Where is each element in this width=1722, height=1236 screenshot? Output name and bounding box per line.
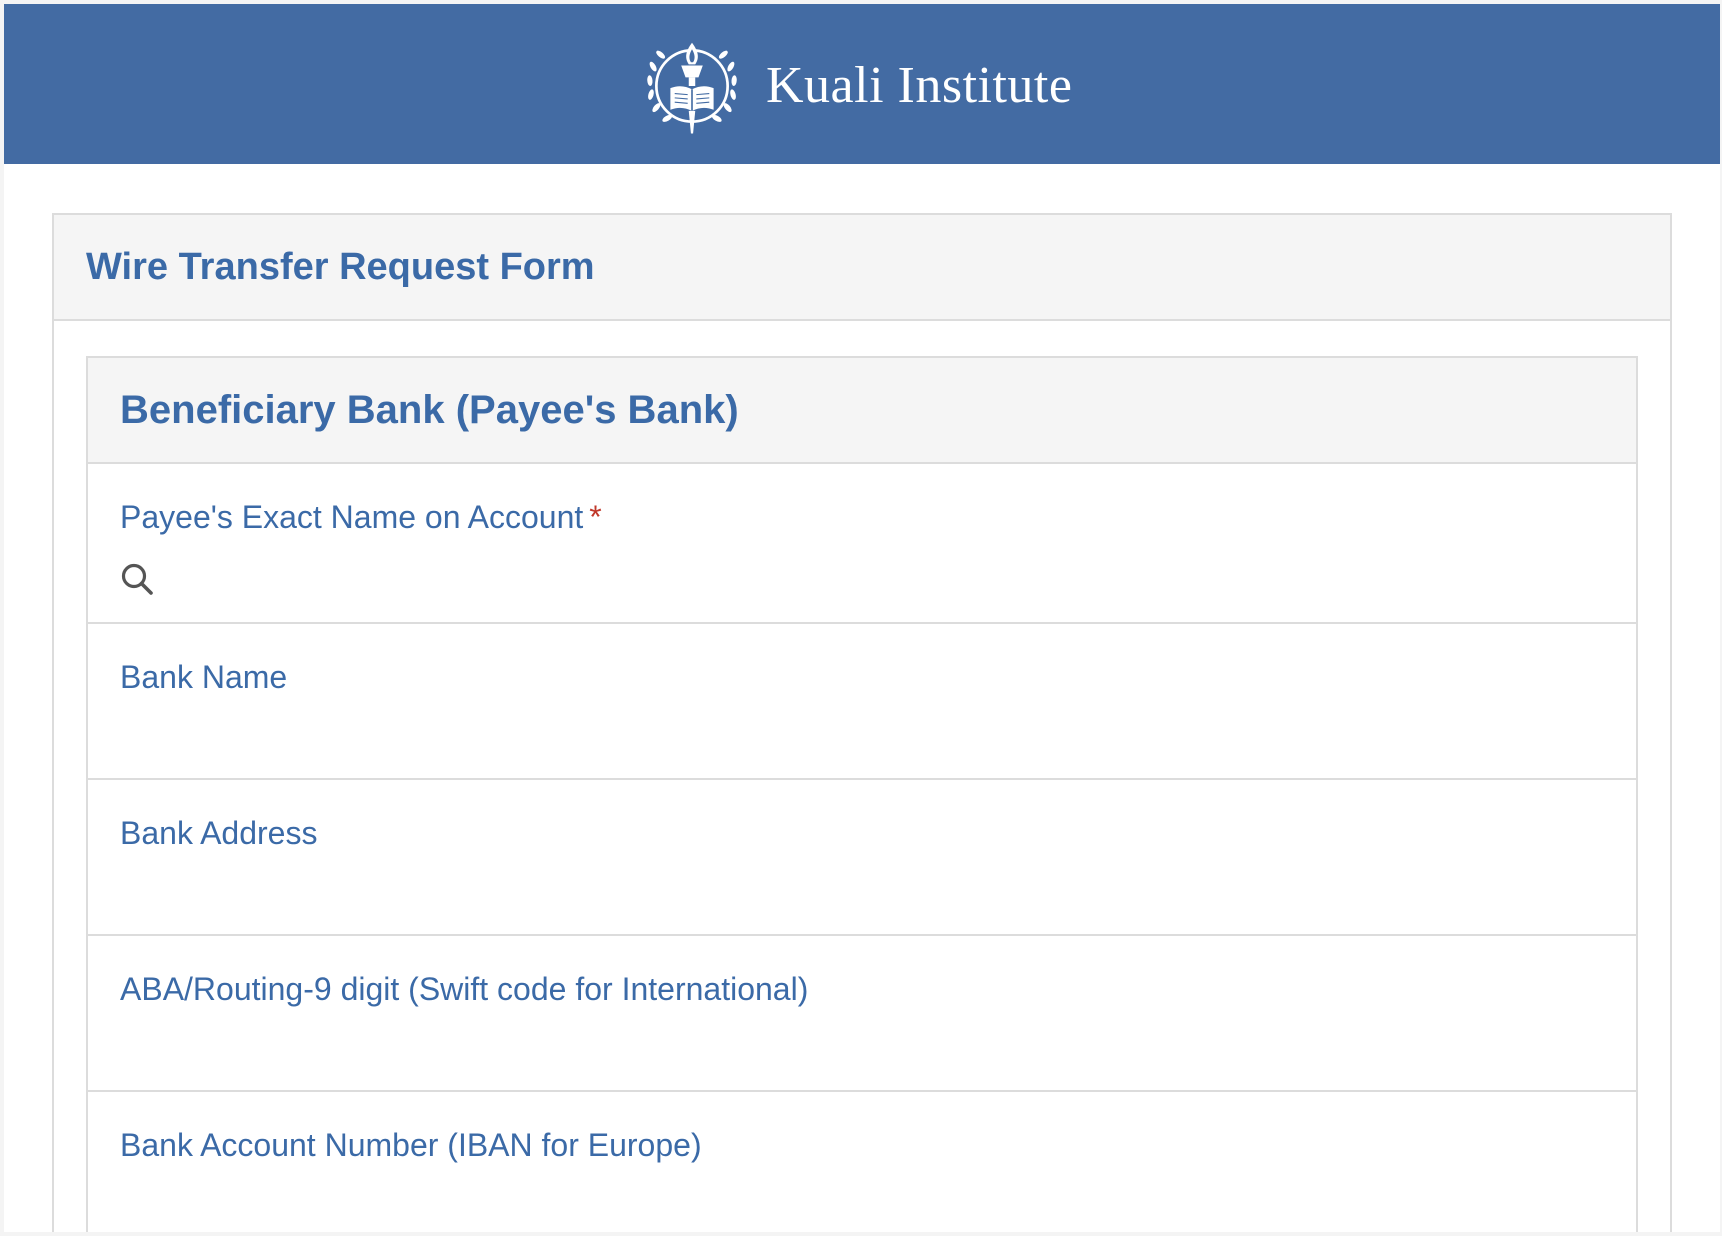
torch-seal-icon [647,42,737,134]
bank-name-field[interactable]: Bank Name [88,624,1636,780]
account-number-field[interactable]: Bank Account Number (IBAN for Europe) [88,1092,1636,1232]
form-card: Wire Transfer Request Form Beneficiary B… [52,213,1672,1232]
payee-name-label-text: Payee's Exact Name on Account [120,499,584,535]
routing-number-field[interactable]: ABA/Routing-9 digit (Swift code for Inte… [88,936,1636,1092]
search-icon[interactable] [120,562,156,598]
header-banner: Kuali Institute [4,4,1720,164]
beneficiary-bank-section: Beneficiary Bank (Payee's Bank) Payee's … [86,356,1638,1232]
payee-name-label: Payee's Exact Name on Account * [120,498,1636,536]
institution-name: Kuali Institute [766,57,1073,114]
page: Kuali Institute Wire Transfer Request Fo… [4,4,1720,1232]
section-title: Beneficiary Bank (Payee's Bank) [120,387,739,432]
routing-number-label: ABA/Routing-9 digit (Swift code for Inte… [120,971,809,1007]
bank-address-field[interactable]: Bank Address [88,780,1636,936]
section-header: Beneficiary Bank (Payee's Bank) [88,358,1636,464]
form-header: Wire Transfer Request Form [54,215,1670,321]
brand-logo[interactable]: Kuali Institute [638,32,1072,140]
required-marker: * [589,499,602,535]
bank-address-label: Bank Address [120,815,318,851]
form-title: Wire Transfer Request Form [86,245,595,288]
bank-name-label: Bank Name [120,659,288,695]
payee-name-field[interactable]: Payee's Exact Name on Account * [88,464,1636,624]
account-number-label: Bank Account Number (IBAN for Europe) [120,1127,702,1163]
